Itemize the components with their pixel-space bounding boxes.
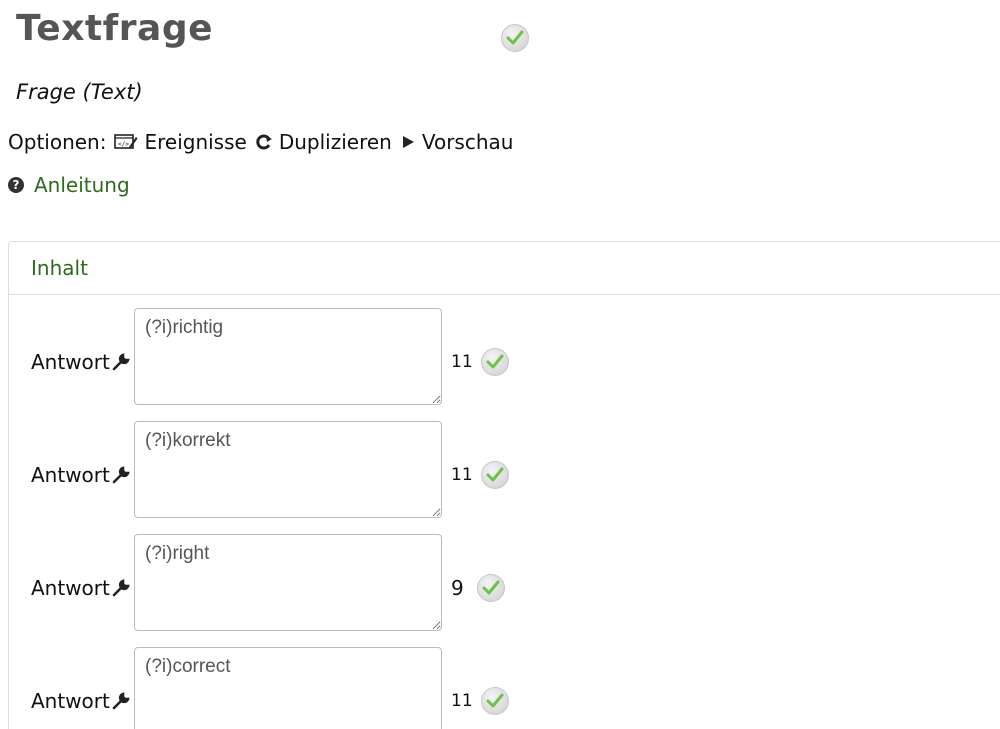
help-label: Anleitung [34, 173, 130, 197]
answer-label-text: Antwort [31, 463, 110, 487]
answer-label: Antwort [31, 576, 130, 600]
page: Textfrage Frage (Text) Optionen: </> Ere… [0, 0, 1000, 729]
answer-row: Antwort 11 [9, 421, 609, 521]
status-check-icon [481, 348, 509, 376]
answer-count: 9 [451, 576, 464, 600]
duplicate-link[interactable]: Duplizieren [255, 130, 392, 154]
answer-label: Antwort [31, 463, 130, 487]
content-panel: Inhalt Antwort 11 Antwort 11 [8, 241, 1000, 729]
answer-count: 11 [451, 465, 473, 485]
duplicate-label: Duplizieren [278, 130, 392, 154]
wrench-icon[interactable] [112, 353, 130, 371]
events-link[interactable]: </> Ereignisse [114, 130, 247, 154]
wrench-icon[interactable] [112, 692, 130, 710]
events-label: Ereignisse [144, 130, 247, 154]
duplicate-icon [255, 133, 273, 151]
answer-input[interactable] [134, 534, 442, 631]
status-check-icon [481, 461, 509, 489]
status-check-icon [481, 687, 509, 715]
answer-input[interactable] [134, 647, 442, 729]
options-label: Optionen: [8, 130, 107, 154]
answer-row: Antwort 11 [9, 647, 609, 729]
preview-link[interactable]: Vorschau [400, 130, 514, 154]
panel-heading: Inhalt [9, 242, 1000, 295]
answer-row: Antwort 11 [9, 308, 609, 408]
answer-label: Antwort [31, 689, 130, 713]
question-type-subtitle: Frage (Text) [16, 80, 143, 104]
answer-label: Antwort [31, 350, 130, 374]
question-circle-icon: ? [8, 177, 24, 193]
wrench-icon[interactable] [112, 579, 130, 597]
edit-code-icon: </> [114, 133, 138, 151]
answer-count: 11 [451, 691, 473, 711]
status-check-icon [477, 574, 505, 602]
answer-input[interactable] [134, 421, 442, 518]
play-icon [400, 134, 416, 150]
answer-count: 11 [451, 352, 473, 372]
answer-label-text: Antwort [31, 689, 110, 713]
options-bar: Optionen: </> Ereignisse Duplizieren Vor… [8, 130, 513, 154]
svg-text:</>: </> [118, 141, 129, 148]
preview-label: Vorschau [421, 130, 514, 154]
status-check-icon [501, 24, 529, 52]
answer-input[interactable] [134, 308, 442, 405]
answer-row: Antwort 9 [9, 534, 609, 634]
help-link[interactable]: ? Anleitung [8, 173, 130, 197]
wrench-icon[interactable] [112, 466, 130, 484]
answer-label-text: Antwort [31, 350, 110, 374]
page-title: Textfrage [16, 8, 214, 49]
answer-label-text: Antwort [31, 576, 110, 600]
